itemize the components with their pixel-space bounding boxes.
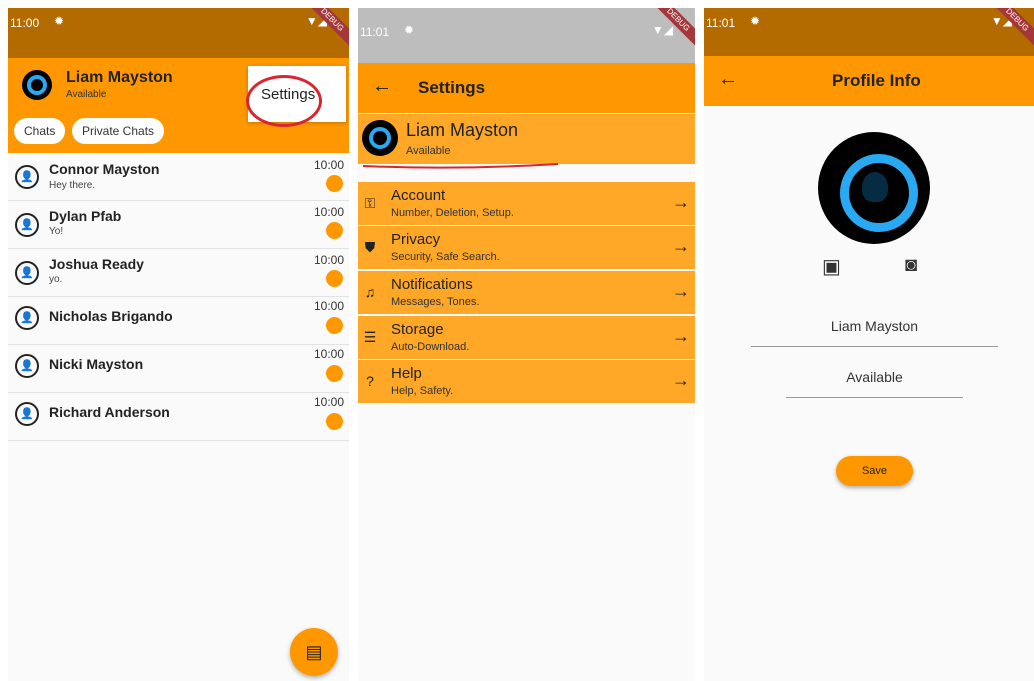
user-icon: 👤 (15, 213, 39, 237)
tab-private-chats[interactable]: Private Chats (72, 118, 165, 144)
settings-item-storage[interactable]: ☰ Storage Auto-Download. → (358, 316, 695, 359)
item-title: Notifications (391, 276, 473, 293)
settings-item-help[interactable]: ? Help Help, Safety. → (358, 360, 695, 403)
settings-item-privacy[interactable]: ⛊ Privacy Security, Safe Search. → (358, 226, 695, 269)
app-bar: ← Profile Info (704, 56, 1034, 106)
chat-time: 10:00 (313, 205, 344, 219)
profile-name: Liam Mayston (66, 69, 173, 86)
chat-name: Richard Anderson (49, 404, 170, 420)
new-chat-button[interactable]: ▤ (290, 628, 338, 676)
message-icon: ▤ (305, 642, 323, 662)
name-field[interactable]: Liam Mayston (751, 318, 998, 347)
profile-status: Available (66, 89, 107, 100)
user-icon: 👤 (15, 402, 39, 426)
storage-icon: ☰ (363, 329, 377, 345)
chat-row[interactable]: 👤 Dylan Pfab Yo! 10:00 (8, 201, 349, 249)
bell-icon: ♫ (364, 284, 376, 300)
page-title: Profile Info (832, 71, 921, 90)
item-subtitle: Security, Safe Search. (391, 251, 500, 263)
wifi-icon: ▼◢ (651, 23, 673, 37)
arrow-right-icon: → (672, 236, 690, 256)
chats-screen: 11:00 ✹ ▼◢ DEBUG Liam Mayston Available … (8, 8, 349, 681)
chat-time: 10:00 (313, 395, 344, 409)
item-subtitle: Messages, Tones. (391, 296, 480, 308)
gallery-icon[interactable]: ▣ (822, 254, 841, 279)
save-button[interactable]: Save (836, 456, 913, 486)
item-title: Help (391, 365, 422, 382)
chat-row[interactable]: 👤 Joshua Ready yo. 10:00 (8, 249, 349, 297)
status-time: 11:01 (360, 25, 390, 39)
user-icon: 👤 (15, 354, 39, 378)
annotation-underline (362, 163, 559, 169)
gear-icon: ✹ (750, 14, 761, 28)
chat-name: Nicholas Brigando (49, 308, 173, 324)
status-time: 11:00 (10, 16, 40, 30)
tab-chats[interactable]: Chats (14, 118, 66, 144)
arrow-right-icon: → (672, 370, 690, 390)
profile-status: Available (406, 145, 451, 157)
unread-dot (326, 175, 343, 192)
chat-row[interactable]: 👤 Nicki Mayston 10:00 (8, 345, 349, 393)
gear-icon: ✹ (54, 14, 65, 28)
unread-dot (326, 270, 343, 287)
chat-name: Nicki Mayston (49, 356, 144, 372)
chat-message: Yo! (49, 226, 64, 237)
help-icon: ? (366, 373, 374, 389)
chat-time: 10:00 (313, 253, 344, 267)
chat-name: Dylan Pfab (49, 208, 122, 224)
chat-row[interactable]: 👤 Nicholas Brigando 10:00 (8, 297, 349, 345)
app-bar: ← Settings (358, 63, 695, 113)
status-field[interactable]: Available (786, 369, 963, 398)
gear-icon: ✹ (404, 23, 415, 37)
arrow-right-icon: → (672, 281, 690, 301)
page-title: Settings (418, 78, 486, 97)
arrow-right-icon: → (672, 326, 690, 346)
camera-icon[interactable]: ◙ (905, 254, 917, 277)
chat-name: Joshua Ready (49, 256, 144, 272)
chat-name: Connor Mayston (49, 161, 160, 177)
user-icon: 👤 (15, 306, 39, 330)
chat-row[interactable]: 👤 Connor Mayston Hey there. 10:00 (8, 153, 349, 201)
item-title: Account (391, 187, 446, 204)
item-subtitle: Auto-Download. (391, 341, 470, 353)
profile-avatar[interactable] (818, 132, 930, 244)
chat-message: yo. (49, 274, 63, 285)
unread-dot (326, 413, 343, 430)
item-title: Storage (391, 321, 444, 338)
chat-time: 10:00 (313, 299, 344, 313)
back-arrow-icon[interactable]: ← (372, 75, 392, 98)
key-icon: ⚿ (364, 195, 376, 211)
item-title: Privacy (391, 231, 441, 248)
chat-time: 10:00 (313, 158, 344, 172)
annotation-circle (246, 75, 322, 127)
status-time: 11:01 (706, 16, 736, 30)
chat-message: Hey there. (49, 180, 96, 191)
avatar[interactable] (22, 70, 52, 100)
settings-item-notifications[interactable]: ♫ Notifications Messages, Tones. → (358, 271, 695, 314)
arrow-right-icon: → (672, 192, 690, 212)
item-subtitle: Number, Deletion, Setup. (391, 207, 514, 219)
chat-row[interactable]: 👤 Richard Anderson 10:00 (8, 393, 349, 441)
chat-time: 10:00 (313, 347, 344, 361)
profile-name: Liam Mayston (406, 120, 519, 140)
user-icon: 👤 (15, 261, 39, 285)
avatar (362, 120, 398, 156)
unread-dot (326, 365, 343, 382)
settings-item-account[interactable]: ⚿ Account Number, Deletion, Setup. → (358, 182, 695, 225)
back-arrow-icon[interactable]: ← (718, 68, 738, 91)
settings-screen: 11:01 ✹ ▼◢ DEBUG ← Settings Liam Mayston… (358, 8, 695, 681)
profile-card[interactable]: Liam Mayston Available (358, 114, 695, 164)
unread-dot (326, 222, 343, 239)
item-subtitle: Help, Safety. (391, 385, 454, 397)
profile-info-screen: 11:01 ✹ ▼◢ DEBUG ← Profile Info ▣ ◙ Liam… (704, 8, 1034, 681)
user-icon: 👤 (15, 165, 39, 189)
shield-icon: ⛊ (364, 239, 376, 255)
unread-dot (326, 317, 343, 334)
